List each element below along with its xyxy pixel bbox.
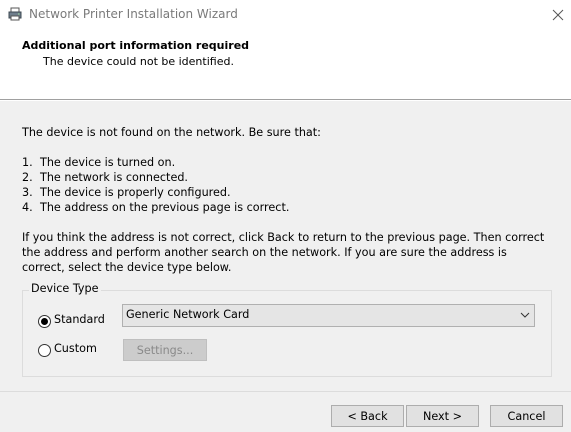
close-icon[interactable] <box>548 5 568 25</box>
checklist-item: 4. The address on the previous page is co… <box>22 200 289 215</box>
checklist-number: 3. <box>22 186 33 199</box>
settings-button[interactable]: Settings... <box>123 339 207 361</box>
checklist-number: 4. <box>22 201 33 214</box>
checklist-item: 2. The network is connected. <box>22 170 188 185</box>
chevron-down-icon[interactable] <box>520 311 530 319</box>
intro-text: The device is not found on the network. … <box>22 126 321 139</box>
wizard-header: Additional port information required The… <box>0 30 571 100</box>
wizard-window: Network Printer Installation Wizard Addi… <box>0 0 571 432</box>
next-button-label: Next > <box>423 410 462 423</box>
checklist-text: The device is turned on. <box>40 156 176 169</box>
checklist-item: 3. The device is properly configured. <box>22 185 231 200</box>
back-button[interactable]: < Back <box>331 405 404 427</box>
radio-selected-dot <box>41 318 48 325</box>
printer-icon <box>8 7 22 21</box>
device-type-dropdown[interactable]: Generic Network Card <box>122 304 535 327</box>
cancel-button-label: Cancel <box>507 410 546 423</box>
title-bar: Network Printer Installation Wizard <box>0 0 571 30</box>
settings-button-label: Settings... <box>136 344 194 357</box>
window-title: Network Printer Installation Wizard <box>29 7 238 21</box>
checklist-text: The network is connected. <box>40 171 188 184</box>
standard-radio[interactable] <box>38 315 51 328</box>
header-divider-highlight <box>0 100 571 101</box>
standard-radio-label[interactable]: Standard <box>54 313 105 326</box>
next-button[interactable]: Next > <box>406 405 479 427</box>
checklist-text: The device is properly configured. <box>40 186 231 199</box>
back-button-label: < Back <box>347 410 388 423</box>
custom-radio-label[interactable]: Custom <box>54 342 97 355</box>
instructions-text: If you think the address is not correct,… <box>22 231 545 274</box>
device-type-dropdown-value: Generic Network Card <box>126 308 250 321</box>
checklist-item: 1. The device is turned on. <box>22 155 175 170</box>
cancel-button[interactable]: Cancel <box>490 405 563 427</box>
header-title: Additional port information required <box>22 39 250 52</box>
checklist-text: The address on the previous page is corr… <box>40 201 290 214</box>
checklist-number: 1. <box>22 156 33 169</box>
device-type-group-label: Device Type <box>29 282 101 295</box>
custom-radio[interactable] <box>38 344 51 357</box>
header-subtitle: The device could not be identified. <box>43 55 234 68</box>
checklist-number: 2. <box>22 171 33 184</box>
wizard-footer <box>0 392 571 432</box>
